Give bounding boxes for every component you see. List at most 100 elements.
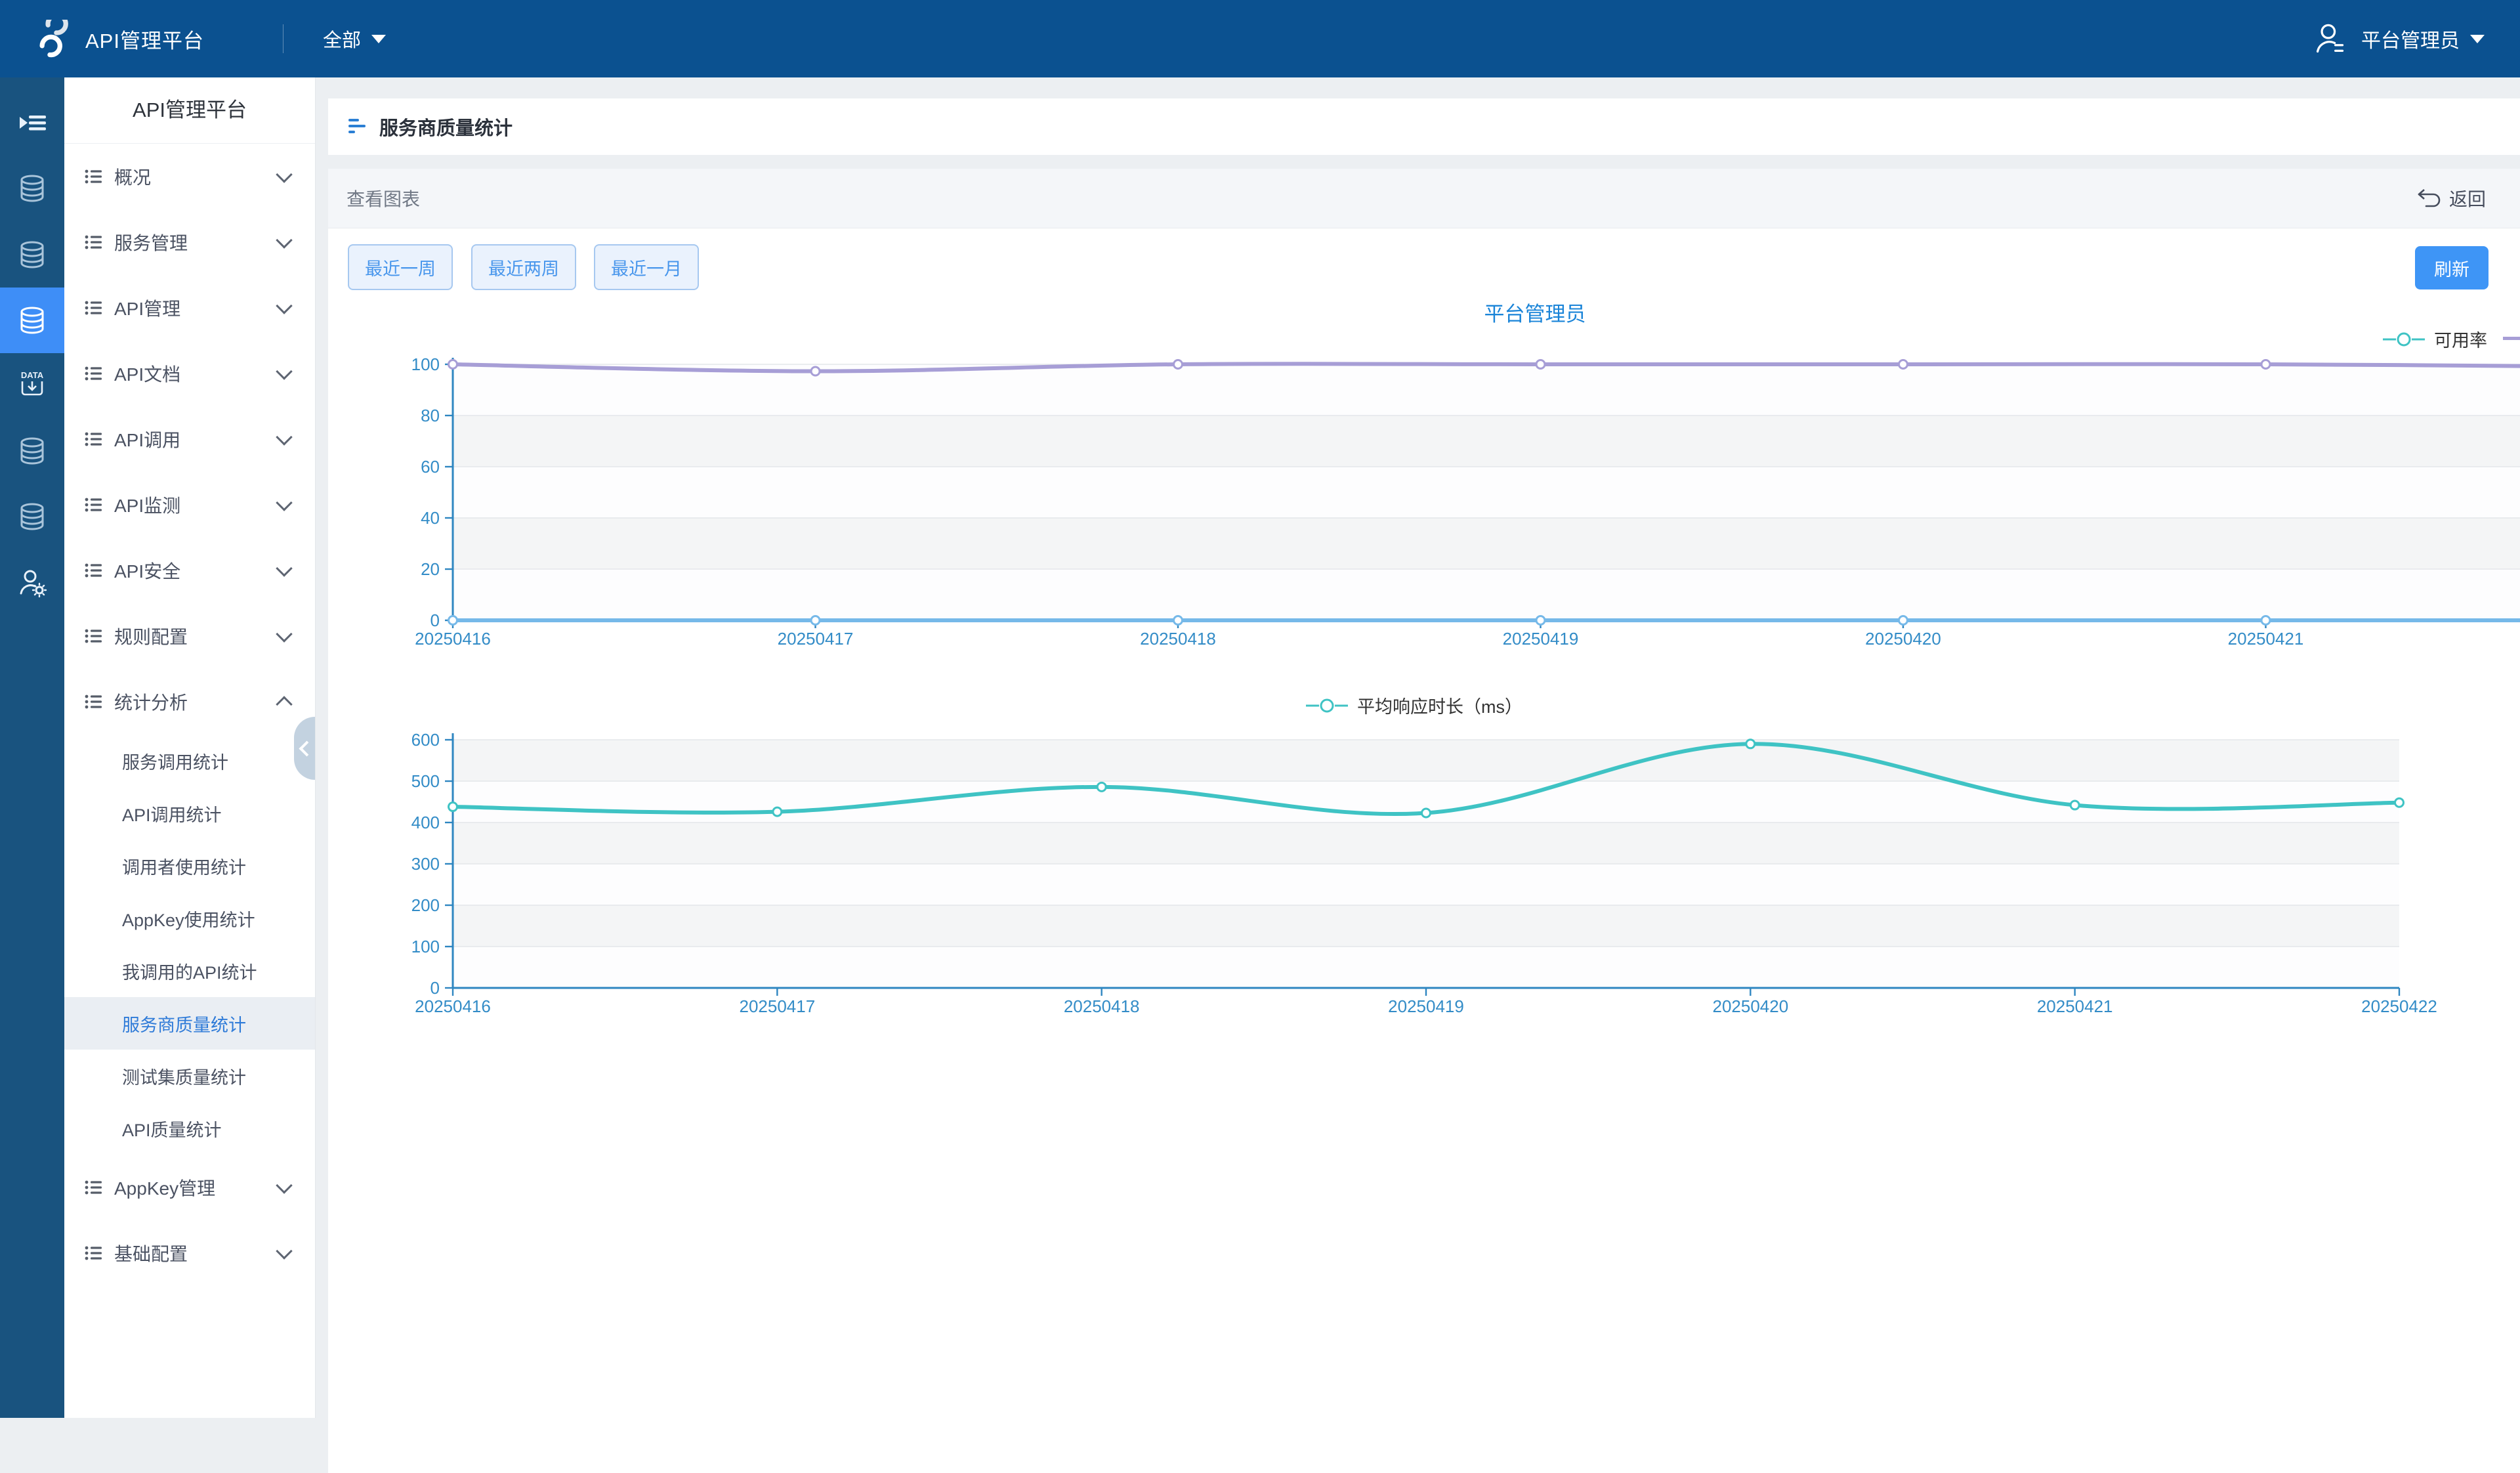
sidebar-item-label: API文档 [114, 360, 278, 387]
svg-text:20250419: 20250419 [1388, 996, 1464, 1016]
list-icon [84, 561, 104, 580]
clipped-legend-fragment [2503, 337, 2520, 340]
submenu-item-label: API质量统计 [122, 1116, 222, 1142]
submenu-item-测试集质量统计[interactable]: 测试集质量统计 [64, 1050, 315, 1102]
service-provider-quality-page: { "topbar": { "app_title": "API管理平台", "s… [0, 0, 2520, 1418]
filter-last-week-button[interactable]: 最近一周 [348, 244, 453, 290]
chevron-down-icon [276, 232, 292, 248]
list-icon [84, 167, 104, 186]
submenu-item-服务商质量统计[interactable]: 服务商质量统计 [64, 997, 315, 1050]
sidebar: API管理平台 概况服务管理 API管理 API文档 API调用 API监测 API安全规… [64, 77, 315, 1418]
filter-two-weeks-button[interactable]: 最近两周 [471, 244, 576, 290]
sidebar-toggle-icon[interactable] [0, 90, 64, 156]
filter-last-month-button[interactable]: 最近一月 [594, 244, 699, 290]
app-title: API管理平台 [85, 24, 204, 54]
submenu-item-label: 服务商质量统计 [122, 1011, 246, 1036]
list-icon [84, 495, 104, 515]
chevron-down-icon [371, 35, 386, 43]
svg-text:20250416: 20250416 [415, 629, 491, 649]
main-content: 服务商质量统计 查看图表 返回 最近一周 最近两周 最近一月 刷新 平台管理员 [328, 77, 2520, 1418]
chevron-down-icon [276, 297, 292, 314]
sidebar-item-AppKey管理[interactable]: AppKey管理 [64, 1155, 315, 1220]
chevron-down-icon [276, 363, 292, 379]
page-header: 服务商质量统计 [328, 98, 2520, 155]
availability-chart: 0204060801002025041620250417202504182025… [328, 341, 2520, 656]
toolbar-label: 查看图表 [346, 185, 2416, 211]
chevron-down-icon [276, 1243, 292, 1259]
submenu-item-服务调用统计[interactable]: 服务调用统计 [64, 735, 315, 787]
response-time-legend[interactable]: 平均响应时长（ms） [1306, 693, 1522, 718]
sidebar-item-API管理[interactable]: API管理 [64, 275, 315, 341]
refresh-button[interactable]: 刷新 [2415, 246, 2488, 289]
list-icon [84, 298, 104, 318]
user-menu[interactable]: 平台管理员 [2313, 22, 2485, 56]
sidebar-item-规则配置[interactable]: 规则配置 [64, 603, 315, 669]
sidebar-item-API文档[interactable]: API文档 [64, 341, 315, 406]
sidebar-item-API监测[interactable]: API监测 [64, 472, 315, 538]
sidebar-item-label: 基础配置 [114, 1240, 278, 1266]
list-icon [84, 626, 104, 646]
rail-database-icon-4[interactable] [0, 484, 64, 549]
submenu-item-API质量统计[interactable]: API质量统计 [64, 1102, 315, 1155]
submenu-item-我调用的API统计[interactable]: 我调用的API统计 [64, 945, 315, 997]
list-icon [84, 1243, 104, 1263]
sidebar-item-label: API管理 [114, 295, 278, 321]
svg-text:20250421: 20250421 [2228, 629, 2304, 649]
submenu-item-AppKey使用统计[interactable]: AppKey使用统计 [64, 892, 315, 945]
submenu-item-label: API调用统计 [122, 801, 222, 826]
submenu-item-label: AppKey使用统计 [122, 906, 255, 931]
svg-text:80: 80 [421, 406, 440, 425]
svg-text:40: 40 [421, 508, 440, 528]
sidebar-collapse-handle[interactable] [294, 717, 315, 780]
sidebar-item-label: API监测 [114, 492, 278, 518]
rail-data-box-icon[interactable]: DATA [0, 352, 64, 417]
svg-text:20250418: 20250418 [1140, 629, 1216, 649]
chevron-down-icon [276, 560, 292, 576]
sidebar-title: API管理平台 [64, 77, 315, 144]
legend-label: 平均响应时长（ms） [1357, 693, 1522, 718]
rail-database-icon-active[interactable] [0, 288, 64, 353]
chevron-down-icon [276, 626, 292, 642]
svg-text:0: 0 [430, 610, 440, 630]
rail-user-settings-icon[interactable] [0, 549, 64, 615]
list-icon [84, 429, 104, 449]
chevron-up-icon [276, 696, 292, 712]
chevron-left-icon [299, 740, 314, 756]
submenu-item-label: 服务调用统计 [122, 748, 228, 774]
rail-database-icon-2[interactable] [0, 222, 64, 288]
svg-text:20250421: 20250421 [2037, 996, 2113, 1016]
svg-text:500: 500 [411, 771, 440, 791]
icon-rail: DATA [0, 77, 64, 1418]
sidebar-item-API调用[interactable]: API调用 [64, 406, 315, 472]
scope-selector[interactable]: 全部 [323, 25, 386, 53]
rail-database-icon-3[interactable] [0, 418, 64, 484]
svg-text:20250418: 20250418 [1064, 996, 1140, 1016]
sidebar-item-API安全[interactable]: API安全 [64, 538, 315, 603]
response-time-chart: 0100200300400500600202504162025041720250… [328, 715, 2520, 1024]
svg-text:20250417: 20250417 [778, 629, 854, 649]
svg-text:100: 100 [411, 937, 440, 956]
submenu-item-label: 我调用的API统计 [122, 958, 257, 984]
sidebar-item-label: 统计分析 [114, 689, 278, 715]
back-button[interactable]: 返回 [2416, 185, 2486, 211]
chevron-down-icon [276, 1177, 292, 1193]
chevron-down-icon [276, 494, 292, 511]
app-logo-icon [30, 20, 68, 58]
sidebar-item-概况[interactable]: 概况 [64, 144, 315, 209]
sidebar-item-统计分析[interactable]: 统计分析 [64, 669, 315, 735]
submenu-item-API调用统计[interactable]: API调用统计 [64, 787, 315, 840]
sidebar-item-基础配置[interactable]: 基础配置 [64, 1220, 315, 1286]
svg-text:DATA: DATA [21, 370, 44, 380]
sidebar-item-服务管理[interactable]: 服务管理 [64, 209, 315, 275]
sidebar-item-label: 概况 [114, 163, 278, 190]
user-name: 平台管理员 [2361, 24, 2460, 53]
sidebar-item-label: API安全 [114, 557, 278, 584]
submenu-item-label: 调用者使用统计 [122, 853, 246, 879]
submenu-item-调用者使用统计[interactable]: 调用者使用统计 [64, 840, 315, 892]
rail-database-icon-1[interactable] [0, 156, 64, 221]
chevron-down-icon [2470, 35, 2485, 43]
sidebar-item-label: API调用 [114, 426, 278, 452]
list-icon [84, 692, 104, 712]
svg-text:20250420: 20250420 [1712, 996, 1788, 1016]
list-icon [84, 1178, 104, 1197]
